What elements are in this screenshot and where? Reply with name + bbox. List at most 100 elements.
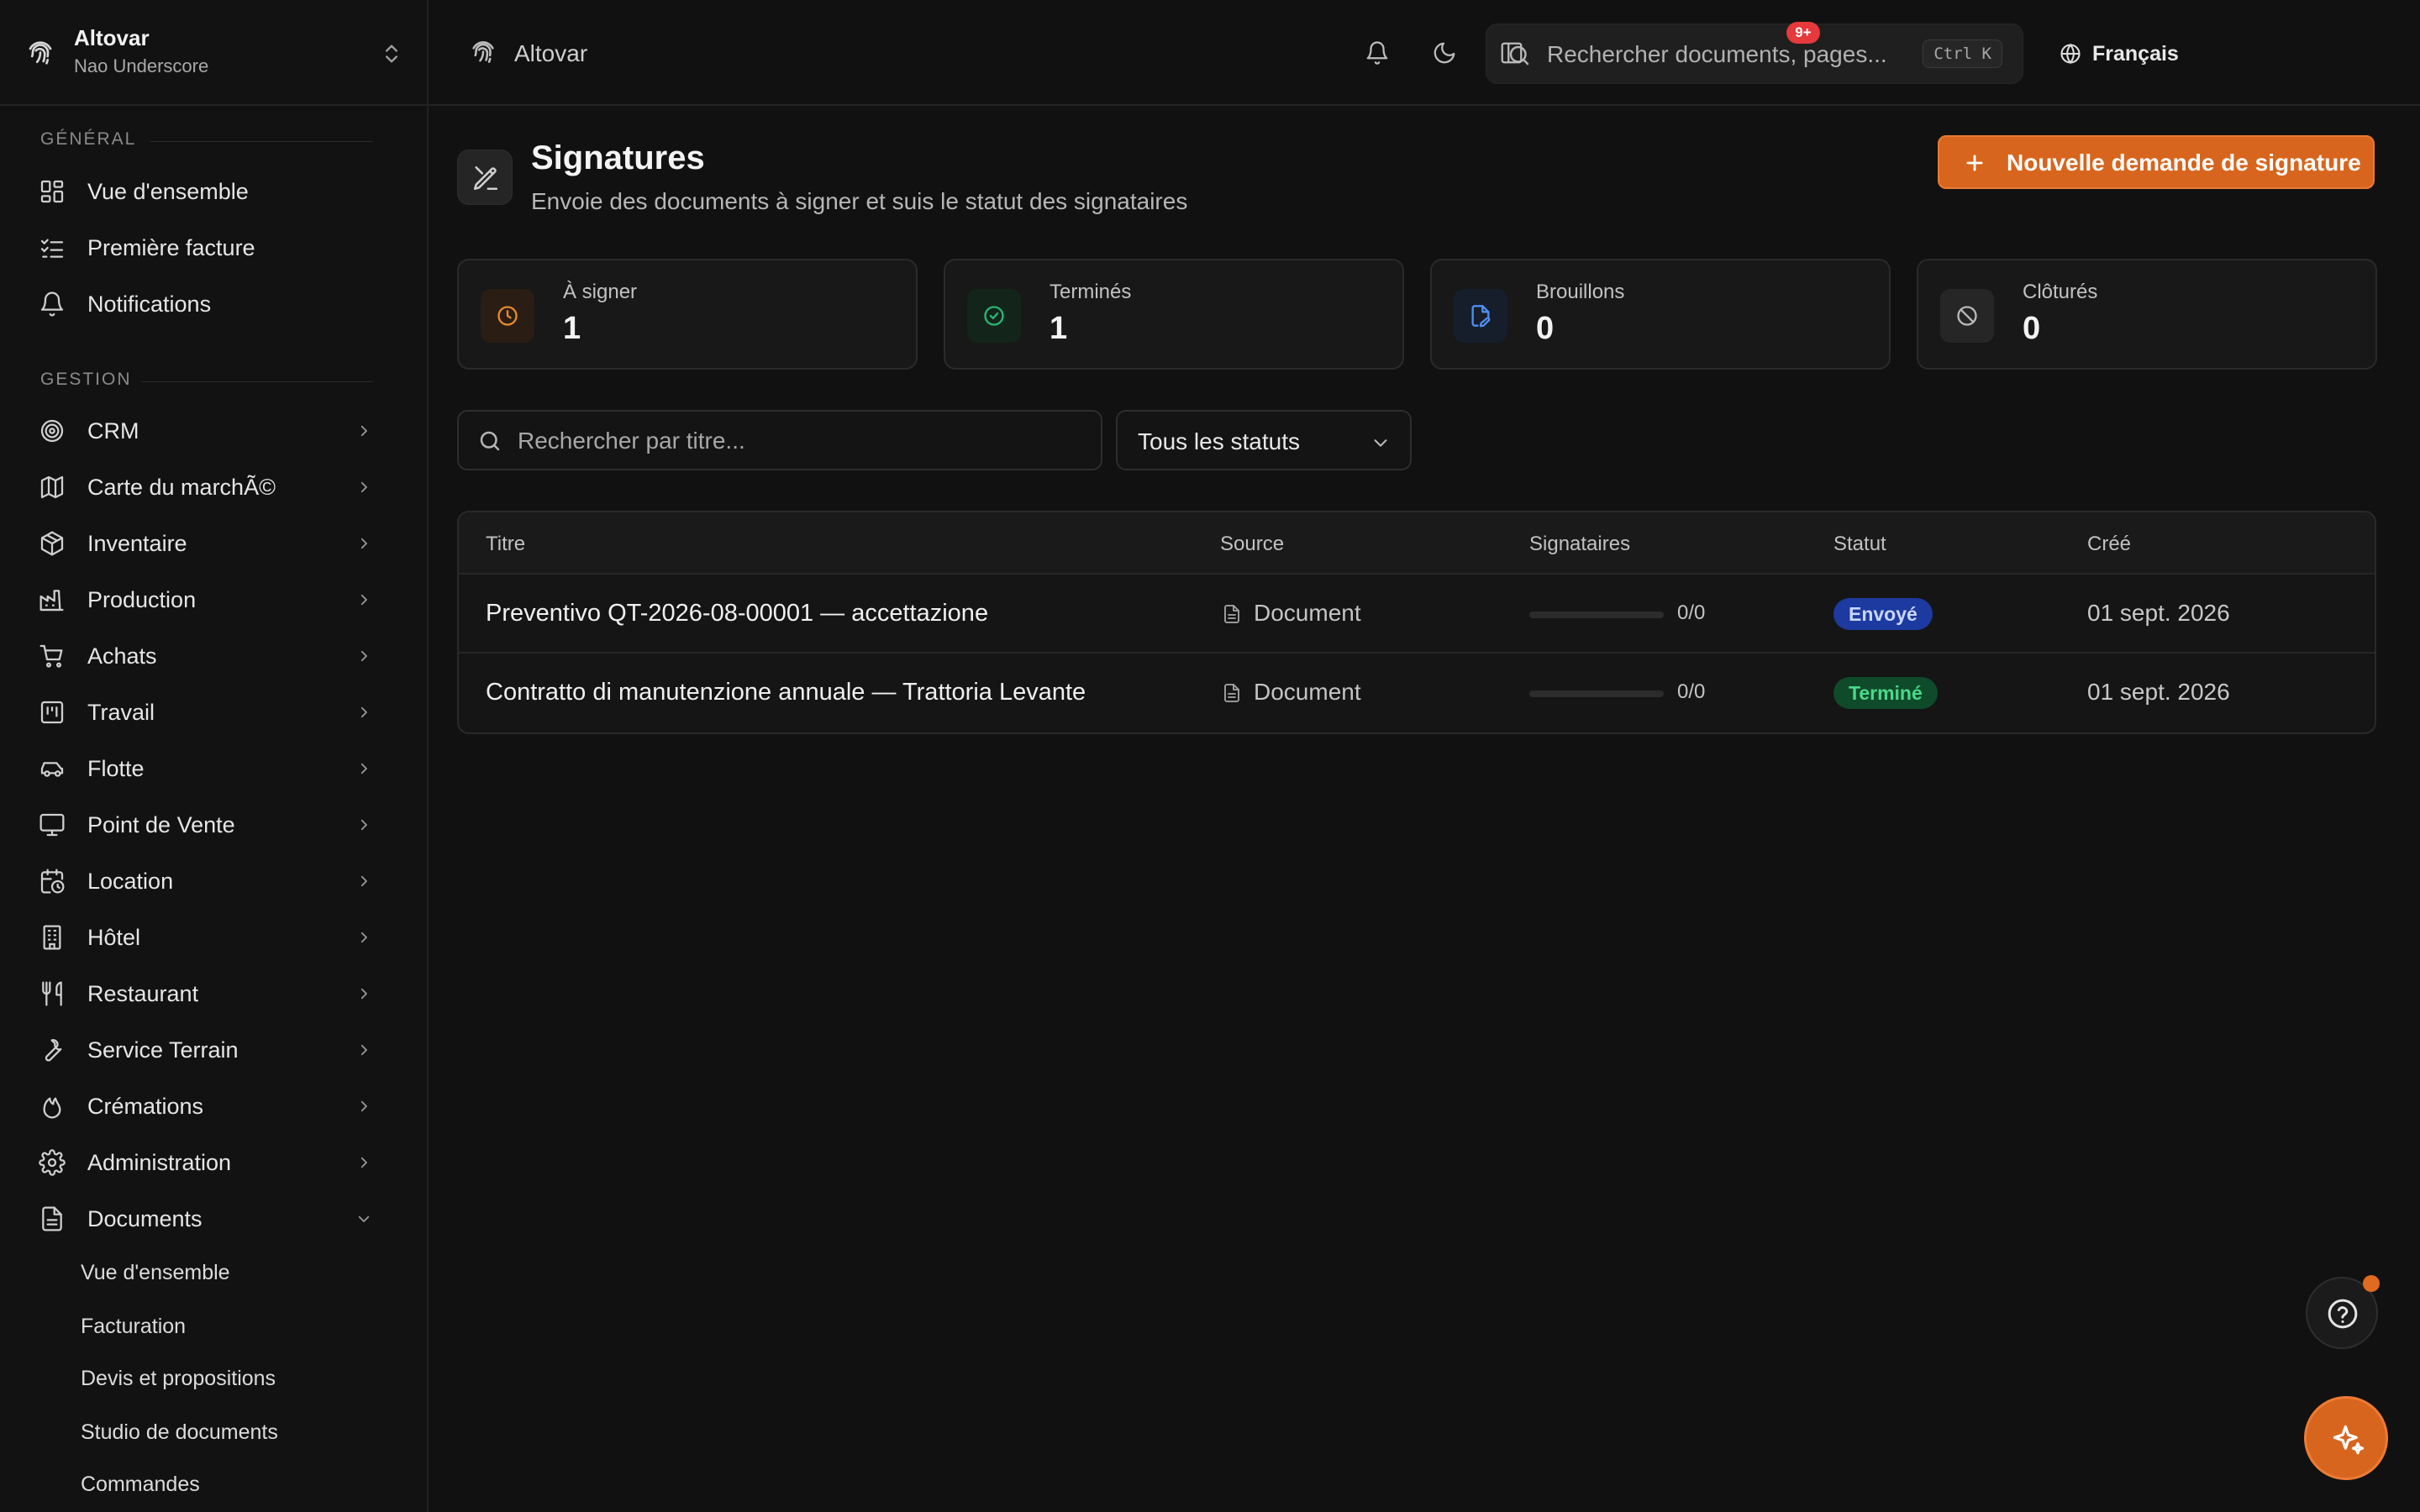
row-title[interactable]: Preventivo QT-2026-08-00001 — accettazio… (486, 600, 988, 627)
sidebar-item-rental[interactable]: Location (30, 857, 383, 906)
sidebar-item-label: Carte du marchÃ© (87, 475, 276, 500)
sidebar-subitem-orders[interactable]: Commandes (67, 1462, 387, 1507)
sidebar-subitem-documents-overview[interactable]: Vue d'ensemble (67, 1250, 387, 1295)
global-search-placeholder: Rechercher documents, pages... (1547, 41, 1887, 67)
language-label: Français (2092, 42, 2179, 66)
org-switcher[interactable]: Altovar Nao Underscore (0, 0, 427, 106)
stat-value: 1 (563, 311, 581, 346)
signers-progress-bar (1529, 612, 1664, 618)
chevron-right-icon (356, 930, 371, 945)
sidebar-item-first-invoice[interactable]: Première facture (30, 223, 383, 272)
page-title: Signatures (531, 139, 705, 176)
status-badge: Envoyé (1833, 598, 1933, 630)
target-icon (39, 417, 66, 444)
sidebar-item-purchases[interactable]: Achats (30, 632, 383, 680)
sidebar-item-label: Travail (87, 700, 155, 725)
sidebar-item-market-map[interactable]: Carte du marchÃ© (30, 463, 383, 512)
sidebar-item-documents[interactable]: Documents (30, 1194, 383, 1243)
globe-icon (2059, 42, 2082, 66)
box-icon (39, 530, 66, 557)
dashboard-icon (39, 178, 66, 205)
column-header-signers[interactable]: Signataires (1529, 533, 1630, 556)
title-search-field[interactable] (457, 410, 1102, 470)
plus-icon (1963, 151, 1986, 175)
chevron-right-icon (356, 1099, 371, 1114)
table-row[interactable]: Preventivo QT-2026-08-00001 — accettazio… (459, 575, 2375, 654)
sidebar-subitem-label: Vue d'ensemble (81, 1261, 230, 1284)
new-signature-request-label: Nouvelle demande de signature (2007, 150, 2361, 176)
row-title[interactable]: Contratto di manutenzione annuale — Trat… (486, 679, 1086, 706)
sidebar-item-inventory[interactable]: Inventaire (30, 519, 383, 568)
row-created-date: 01 sept. 2026 (2087, 600, 2230, 626)
sidebar-item-label: Vue d'ensemble (87, 179, 249, 204)
notifications-button[interactable] (1358, 34, 1397, 72)
global-search[interactable]: Rechercher documents, pages... Ctrl K (1486, 24, 2023, 84)
calendar-clock-icon (39, 868, 66, 895)
ban-icon (1940, 289, 1994, 343)
column-header-created[interactable]: Créé (2087, 533, 2131, 556)
chevron-right-icon (356, 480, 371, 495)
sidebar-item-work[interactable]: Travail (30, 688, 383, 737)
search-icon (477, 428, 502, 454)
sidebar-item-overview[interactable]: Vue d'ensemble (30, 167, 383, 216)
row-created-date: 01 sept. 2026 (2087, 679, 2230, 705)
toggle-panel-button[interactable] (1492, 34, 1531, 72)
sidebar-subitem-billing[interactable]: Facturation (67, 1304, 387, 1349)
sidebar-item-label: Production (87, 587, 197, 612)
column-header-title[interactable]: Titre (486, 533, 525, 556)
sidebar-item-production[interactable]: Production (30, 575, 383, 624)
building-icon (39, 924, 66, 951)
status-filter-select[interactable]: Tous les statuts (1116, 410, 1412, 470)
sidebar-item-label: Inventaire (87, 531, 187, 556)
row-signers-count: 0/0 (1677, 601, 1706, 624)
kanban-icon (39, 699, 66, 726)
section-divider (141, 381, 373, 382)
wrench-icon (39, 1037, 66, 1063)
stat-value: 1 (1050, 311, 1068, 346)
signers-progress-bar (1529, 690, 1664, 697)
table-row[interactable]: Contratto di manutenzione annuale — Trat… (459, 654, 2375, 732)
utensils-icon (39, 980, 66, 1007)
sidebar-item-crm[interactable]: CRM (30, 407, 383, 455)
chevrons-up-down-icon[interactable] (380, 40, 403, 67)
section-management-title: GESTION (40, 370, 132, 389)
row-source: Document (1254, 600, 1361, 626)
sidebar-item-administration[interactable]: Administration (30, 1138, 383, 1187)
chevron-right-icon (356, 817, 371, 832)
column-header-source[interactable]: Source (1220, 533, 1284, 556)
column-header-status[interactable]: Statut (1833, 533, 1886, 556)
stat-card-closed: Clôturés 0 (1917, 259, 2377, 370)
sidebar: Altovar Nao Underscore GÉNÉRAL Vue d'ens… (0, 0, 429, 1512)
page-subtitle: Envoie des documents à signer et suis le… (531, 188, 1188, 214)
sidebar-item-cremations[interactable]: Crémations (30, 1082, 383, 1131)
ai-assistant-button[interactable] (2304, 1396, 2388, 1480)
sidebar-item-hotel[interactable]: Hôtel (30, 913, 383, 962)
sidebar-item-field-service[interactable]: Service Terrain (30, 1026, 383, 1074)
row-signers-count: 0/0 (1677, 680, 1706, 703)
sidebar-subitem-document-studio[interactable]: Studio de documents (67, 1410, 387, 1455)
sidebar-subitem-label: Facturation (81, 1315, 187, 1338)
chevron-right-icon (356, 1155, 371, 1170)
breadcrumb[interactable]: Altovar (514, 40, 587, 67)
new-signature-request-button[interactable]: Nouvelle demande de signature (1938, 135, 2375, 189)
theme-toggle-button[interactable] (1425, 34, 1464, 72)
sidebar-item-label: Documents (87, 1206, 203, 1231)
bell-icon (39, 291, 66, 318)
document-icon (1222, 603, 1242, 625)
title-search-input[interactable] (518, 425, 1081, 457)
sidebar-item-point-of-sale[interactable]: Point de Vente (30, 801, 383, 849)
stat-label: Brouillons (1536, 281, 1625, 303)
sidebar-subitem-quotes[interactable]: Devis et propositions (67, 1356, 387, 1401)
sidebar-item-notifications[interactable]: Notifications (30, 280, 383, 328)
check-circle-icon (967, 289, 1021, 343)
top-bar: Altovar Rechercher documents, pages... C… (429, 0, 2420, 106)
stat-value: 0 (1536, 311, 1555, 346)
sidebar-item-fleet[interactable]: Flotte (30, 744, 383, 793)
sparkles-icon (2333, 1425, 2365, 1455)
sidebar-subitem-label: Devis et propositions (81, 1367, 276, 1390)
help-circle-icon (2328, 1299, 2358, 1329)
sidebar-subitem-label: Studio de documents (81, 1420, 278, 1444)
sidebar-item-restaurant[interactable]: Restaurant (30, 969, 383, 1018)
chevron-right-icon (356, 536, 371, 551)
sidebar-item-label: Administration (87, 1150, 232, 1175)
